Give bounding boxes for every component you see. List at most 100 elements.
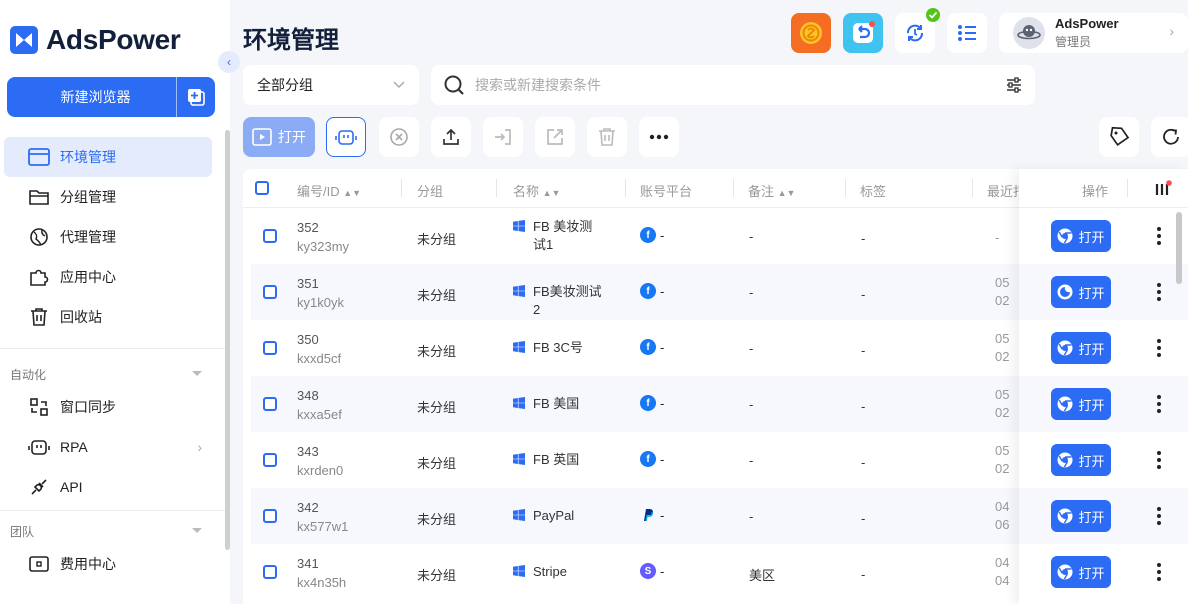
table-scrollbar[interactable] (1176, 212, 1182, 284)
search-input[interactable]: 搜索或新建搜索条件 (431, 65, 1035, 105)
more-vertical-icon[interactable] (1157, 507, 1161, 528)
more-vertical-icon[interactable] (1157, 451, 1161, 472)
caret-down-icon[interactable] (192, 371, 202, 376)
open-browser-button[interactable]: 打开 (1051, 444, 1111, 476)
batch-open-button[interactable]: 打开 (243, 117, 315, 157)
facebook-icon: f (640, 395, 656, 411)
last-open-time: 02 (995, 461, 1010, 476)
sidebar-item-proxy-manage[interactable]: 代理管理 (4, 217, 212, 257)
column-header-name[interactable]: 名称 ▲▼ (513, 181, 560, 200)
row-checkbox[interactable] (263, 341, 277, 355)
profile-id: ky323my (297, 239, 350, 254)
row-checkbox[interactable] (263, 509, 277, 523)
row-actions: 打开 (1019, 208, 1188, 264)
select-all-checkbox[interactable] (255, 181, 269, 195)
column-header-remark[interactable]: 备注 ▲▼ (748, 181, 795, 200)
last-open-time: 02 (995, 349, 1010, 364)
rpa-button[interactable] (326, 117, 366, 157)
refresh-button[interactable] (1151, 117, 1188, 157)
row-checkbox[interactable] (263, 565, 277, 579)
delete-button[interactable] (587, 117, 627, 157)
row-checkbox[interactable] (263, 453, 277, 467)
batch-add-icon[interactable] (177, 77, 215, 117)
sidebar-item-label: 代理管理 (60, 229, 116, 245)
collapse-sidebar-button[interactable]: ‹ (218, 51, 240, 73)
platform-cell: f- (640, 451, 664, 467)
row-checkbox[interactable] (263, 285, 277, 299)
sidebar-item-rpa[interactable]: RPA › (4, 427, 212, 467)
group-select[interactable]: 全部分组 (243, 65, 419, 105)
remark-cell: 美区 (749, 568, 776, 583)
caret-down-icon[interactable] (192, 528, 202, 533)
profile-name: FB 美妆测试1 (533, 219, 593, 252)
export-button[interactable] (431, 117, 471, 157)
platform-text: - (660, 283, 665, 299)
platform-text: - (660, 227, 665, 243)
user-menu[interactable]: AdsPower 管理员 › (999, 13, 1188, 53)
sidebar-item-api[interactable]: API (4, 467, 212, 507)
browser-window-icon (28, 146, 50, 168)
remark-cell: - (749, 229, 754, 244)
tag-button[interactable] (1099, 117, 1139, 157)
folder-icon (28, 186, 50, 208)
more-vertical-icon[interactable] (1157, 339, 1161, 360)
tag-cell: - (861, 287, 866, 302)
column-header-last-open: 最近打开 (987, 184, 1019, 199)
id-cell: 352 ky323my (297, 220, 349, 254)
remark-cell: - (749, 397, 754, 412)
sidebar-item-label: RPA (60, 439, 88, 455)
brand-logo[interactable]: AdsPower (10, 24, 181, 56)
sidebar-item-window-sync[interactable]: 窗口同步 (4, 387, 212, 427)
tag-cell: - (861, 399, 866, 414)
sidebar-item-recycle-bin[interactable]: 回收站 (4, 297, 212, 337)
open-browser-button[interactable]: 打开 (1051, 220, 1111, 252)
coin-reward-icon[interactable] (791, 13, 831, 53)
new-browser-button[interactable]: 新建浏览器 (7, 77, 215, 117)
row-checkbox[interactable] (263, 397, 277, 411)
profile-number: 342 (297, 500, 319, 515)
undo-app-icon[interactable] (843, 13, 883, 53)
open-browser-button[interactable]: 打开 (1051, 388, 1111, 420)
more-vertical-icon[interactable] (1157, 283, 1161, 304)
sidebar-item-label: 分组管理 (60, 189, 116, 205)
open-browser-button[interactable]: 打开 (1051, 556, 1111, 588)
adspower-logo-icon (10, 26, 38, 54)
id-cell: 342 kx577w1 (297, 500, 348, 534)
platform-text: - (660, 339, 665, 355)
sidebar-scrollbar[interactable] (225, 130, 230, 550)
remark-cell: - (749, 453, 754, 468)
chrome-icon (1057, 340, 1073, 356)
sidebar-item-billing[interactable]: 费用中心 (4, 544, 212, 584)
tag-cell: - (861, 455, 866, 470)
sidebar-item-env-manage[interactable]: 环境管理 (4, 137, 212, 177)
sidebar-item-group-manage[interactable]: 分组管理 (4, 177, 212, 217)
row-actions: 打开 (1019, 320, 1188, 376)
open-browser-button[interactable]: 打开 (1051, 276, 1111, 308)
platform-text: - (660, 451, 665, 467)
open-browser-button[interactable]: 打开 (1051, 332, 1111, 364)
last-open-time: 02 (995, 293, 1010, 308)
column-header-id[interactable]: 编号/ID ▲▼ (297, 181, 361, 200)
name-cell: FB美妆测试2 (513, 283, 605, 319)
transfer-button[interactable] (535, 117, 575, 157)
sidebar-item-label: API (60, 479, 83, 495)
column-header-tag: 标签 (860, 184, 887, 199)
task-list-icon[interactable] (947, 13, 987, 53)
windows-icon (513, 341, 525, 353)
more-vertical-icon[interactable] (1157, 563, 1161, 584)
paypal-icon (640, 507, 656, 523)
search-placeholder: 搜索或新建搜索条件 (475, 77, 601, 93)
row-checkbox[interactable] (263, 229, 277, 243)
column-settings-icon[interactable] (1153, 180, 1173, 199)
brand-name: AdsPower (46, 24, 181, 55)
group-cell: 未分组 (417, 456, 457, 471)
more-actions-button[interactable] (639, 117, 679, 157)
sync-status-icon[interactable] (895, 8, 940, 53)
close-browser-button[interactable] (379, 117, 419, 157)
open-browser-button[interactable]: 打开 (1051, 500, 1111, 532)
sidebar-item-app-center[interactable]: 应用中心 (4, 257, 212, 297)
more-vertical-icon[interactable] (1157, 395, 1161, 416)
filter-settings-icon[interactable] (1005, 76, 1023, 94)
import-button[interactable] (483, 117, 523, 157)
more-vertical-icon[interactable] (1157, 227, 1161, 248)
